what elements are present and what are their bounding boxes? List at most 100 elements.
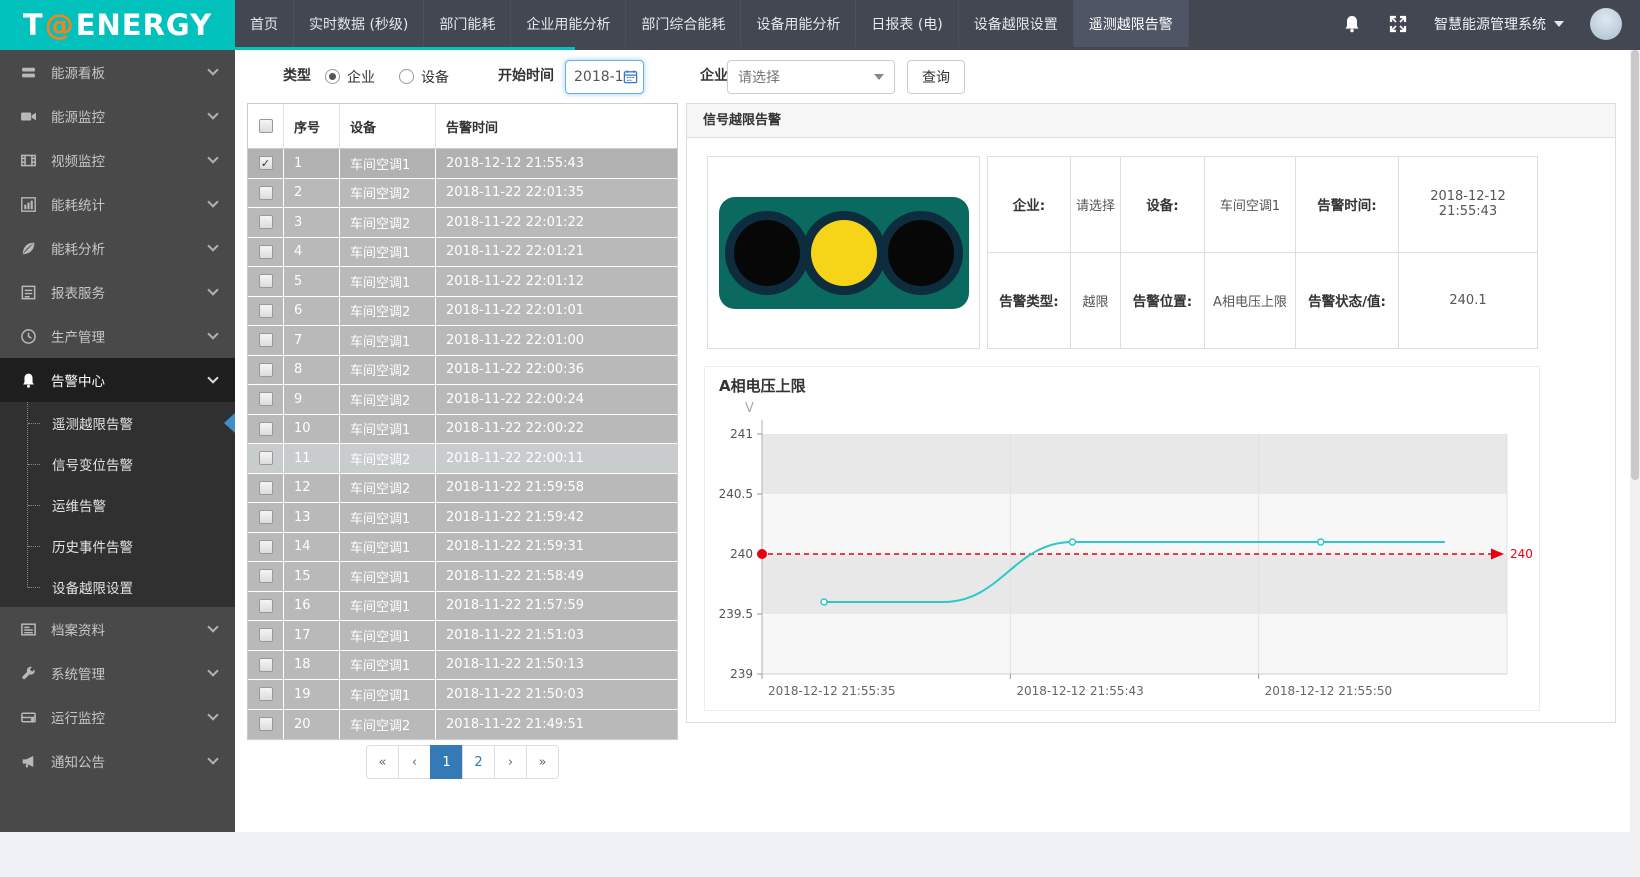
- table-row[interactable]: 17车间空调12018-11-22 21:51:03: [248, 621, 677, 651]
- sidebar-item-energy-monitoring[interactable]: 能源监控: [0, 94, 235, 138]
- page-button-page-2[interactable]: 2: [462, 745, 495, 779]
- row-checkbox[interactable]: [259, 274, 273, 288]
- row-checkbox[interactable]: [259, 304, 273, 318]
- table-row[interactable]: 16车间空调12018-11-22 21:57:59: [248, 592, 677, 622]
- table-row[interactable]: 10车间空调12018-11-22 22:00:22: [248, 415, 677, 445]
- table-row[interactable]: 18车间空调12018-11-22 21:50:13: [248, 651, 677, 681]
- sidebar-subitem-device-limit-settings[interactable]: 设备越限设置: [0, 566, 235, 607]
- row-checkbox[interactable]: [259, 658, 273, 672]
- row-checkbox[interactable]: [259, 687, 273, 701]
- row-checkbox[interactable]: [259, 628, 273, 642]
- type-radio-device[interactable]: 设备: [399, 67, 449, 87]
- svg-text:241: 241: [730, 427, 753, 441]
- nav-item-daily-report-electric[interactable]: 日报表 (电): [856, 0, 958, 47]
- radio-icon: [399, 69, 414, 84]
- chevron-down-icon: [207, 665, 218, 676]
- row-checkbox[interactable]: [259, 215, 273, 229]
- nav-item-realtime-data[interactable]: 实时数据 (秒级): [294, 0, 424, 47]
- row-checkbox[interactable]: [259, 245, 273, 259]
- sidebar-item-energy-analysis[interactable]: 能耗分析: [0, 226, 235, 270]
- cell-time: 2018-11-22 22:01:22: [436, 208, 677, 237]
- table-row[interactable]: 8车间空调22018-11-22 22:00:36: [248, 356, 677, 386]
- row-checkbox[interactable]: [259, 569, 273, 583]
- table-row[interactable]: 20车间空调22018-11-22 21:49:51: [248, 710, 677, 740]
- sidebar-subitem-operation-maintenance-alarm[interactable]: 运维告警: [0, 484, 235, 525]
- lamp-core: [734, 220, 800, 286]
- nav-item-department-energy[interactable]: 部门能耗: [424, 0, 511, 47]
- row-checkbox[interactable]: [259, 510, 273, 524]
- avatar[interactable]: [1590, 8, 1622, 40]
- company-label: 企业: [700, 50, 728, 103]
- table-row[interactable]: 6车间空调22018-11-22 22:01:01: [248, 297, 677, 327]
- sidebar-item-operation-monitoring[interactable]: 运行监控: [0, 695, 235, 739]
- cell-seq: 11: [284, 444, 340, 473]
- start-date-input[interactable]: [565, 60, 644, 94]
- select-all-checkbox[interactable]: [259, 119, 273, 133]
- vertical-scrollbar[interactable]: [1630, 50, 1640, 877]
- sidebar-item-alarm-center[interactable]: 告警中心: [0, 358, 235, 402]
- sidebar-item-video-monitoring[interactable]: 视频监控: [0, 138, 235, 182]
- table-row[interactable]: 19车间空调12018-11-22 21:50:03: [248, 680, 677, 710]
- row-checkbox[interactable]: [259, 363, 273, 377]
- row-checkbox[interactable]: [259, 717, 273, 731]
- nav-item-enterprise-energy-analysis[interactable]: 企业用能分析: [511, 0, 626, 47]
- company-select[interactable]: 请选择: [727, 60, 895, 94]
- nav-item-telemetry-limit-alarm[interactable]: 遥测越限告警: [1074, 0, 1189, 47]
- table-row[interactable]: 7车间空调12018-11-22 22:01:00: [248, 326, 677, 356]
- table-row[interactable]: 2车间空调22018-11-22 22:01:35: [248, 179, 677, 209]
- table-row[interactable]: 15车间空调12018-11-22 21:58:49: [248, 562, 677, 592]
- table-row[interactable]: 14车间空调12018-11-22 21:59:31: [248, 533, 677, 563]
- nav-item-device-limit-settings[interactable]: 设备越限设置: [959, 0, 1074, 47]
- table-row[interactable]: 12车间空调22018-11-22 21:59:58: [248, 474, 677, 504]
- sidebar-subitem-history-event-alarm[interactable]: 历史事件告警: [0, 525, 235, 566]
- cell-seq: 14: [284, 533, 340, 562]
- cell-device: 车间空调1: [340, 149, 436, 178]
- nav-item-device-energy-analysis[interactable]: 设备用能分析: [741, 0, 856, 47]
- row-checkbox[interactable]: [259, 392, 273, 406]
- table-row[interactable]: 11车间空调22018-11-22 22:00:11: [248, 444, 677, 474]
- sidebar-item-energy-statistics[interactable]: 能耗统计: [0, 182, 235, 226]
- cell-time: 2018-11-22 22:00:24: [436, 385, 677, 414]
- sidebar-item-notice[interactable]: 通知公告: [0, 739, 235, 783]
- row-checkbox[interactable]: [259, 333, 273, 347]
- sidebar-item-energy-dashboard[interactable]: 能源看板: [0, 50, 235, 94]
- page-button-page-1[interactable]: 1: [430, 745, 463, 779]
- page-button-next[interactable]: ›: [494, 745, 527, 779]
- notification-bell-icon[interactable]: [1342, 14, 1362, 34]
- sidebar-item-report-service[interactable]: 报表服务: [0, 270, 235, 314]
- row-checkbox[interactable]: [259, 186, 273, 200]
- system-menu[interactable]: 智慧能源管理系统: [1434, 14, 1564, 34]
- row-checkbox[interactable]: [259, 540, 273, 554]
- nav-item-department-comprehensive-energy[interactable]: 部门综合能耗: [626, 0, 741, 47]
- cell-time: 2018-11-22 21:59:58: [436, 474, 677, 503]
- table-row[interactable]: 4车间空调12018-11-22 22:01:21: [248, 238, 677, 268]
- scrollbar-thumb[interactable]: [1631, 50, 1639, 480]
- query-button[interactable]: 查询: [907, 60, 965, 94]
- row-checkbox[interactable]: [259, 599, 273, 613]
- active-marker-icon: [224, 413, 235, 433]
- cell-device: 车间空调1: [340, 415, 436, 444]
- page-button-last[interactable]: »: [526, 745, 559, 779]
- sidebar-subitem-signal-change-alarm[interactable]: 信号变位告警: [0, 443, 235, 484]
- row-checkbox[interactable]: [259, 422, 273, 436]
- table-row[interactable]: ✓1车间空调12018-12-12 21:55:43: [248, 149, 677, 179]
- sidebar-item-archives[interactable]: 档案资料: [0, 607, 235, 651]
- table-row[interactable]: 5车间空调12018-11-22 22:01:12: [248, 267, 677, 297]
- table-row[interactable]: 9车间空调22018-11-22 22:00:24: [248, 385, 677, 415]
- fullscreen-icon[interactable]: [1388, 14, 1408, 34]
- main-content: 类型 企业设备 开始时间 企业 请选择 查询 序号设备告警时间✓1车间空调120…: [235, 50, 1630, 832]
- table-row[interactable]: 3车间空调22018-11-22 22:01:22: [248, 208, 677, 238]
- nav-item-home[interactable]: 首页: [235, 0, 294, 47]
- type-radio-enterprise[interactable]: 企业: [325, 67, 375, 87]
- sidebar-subitem-telemetry-limit-alarm[interactable]: 遥测越限告警: [0, 402, 235, 443]
- row-checkbox[interactable]: [259, 481, 273, 495]
- table-row[interactable]: 13车间空调12018-11-22 21:59:42: [248, 503, 677, 533]
- sidebar-item-system-management[interactable]: 系统管理: [0, 651, 235, 695]
- sidebar-item-production-management[interactable]: 生产管理: [0, 314, 235, 358]
- info-value: 2018-12-12 21:55:43: [1399, 157, 1537, 253]
- sidebar-item-label: 能源看板: [51, 62, 209, 82]
- page-button-first[interactable]: «: [366, 745, 399, 779]
- row-checkbox[interactable]: ✓: [259, 156, 273, 170]
- page-button-prev[interactable]: ‹: [398, 745, 431, 779]
- row-checkbox[interactable]: [259, 451, 273, 465]
